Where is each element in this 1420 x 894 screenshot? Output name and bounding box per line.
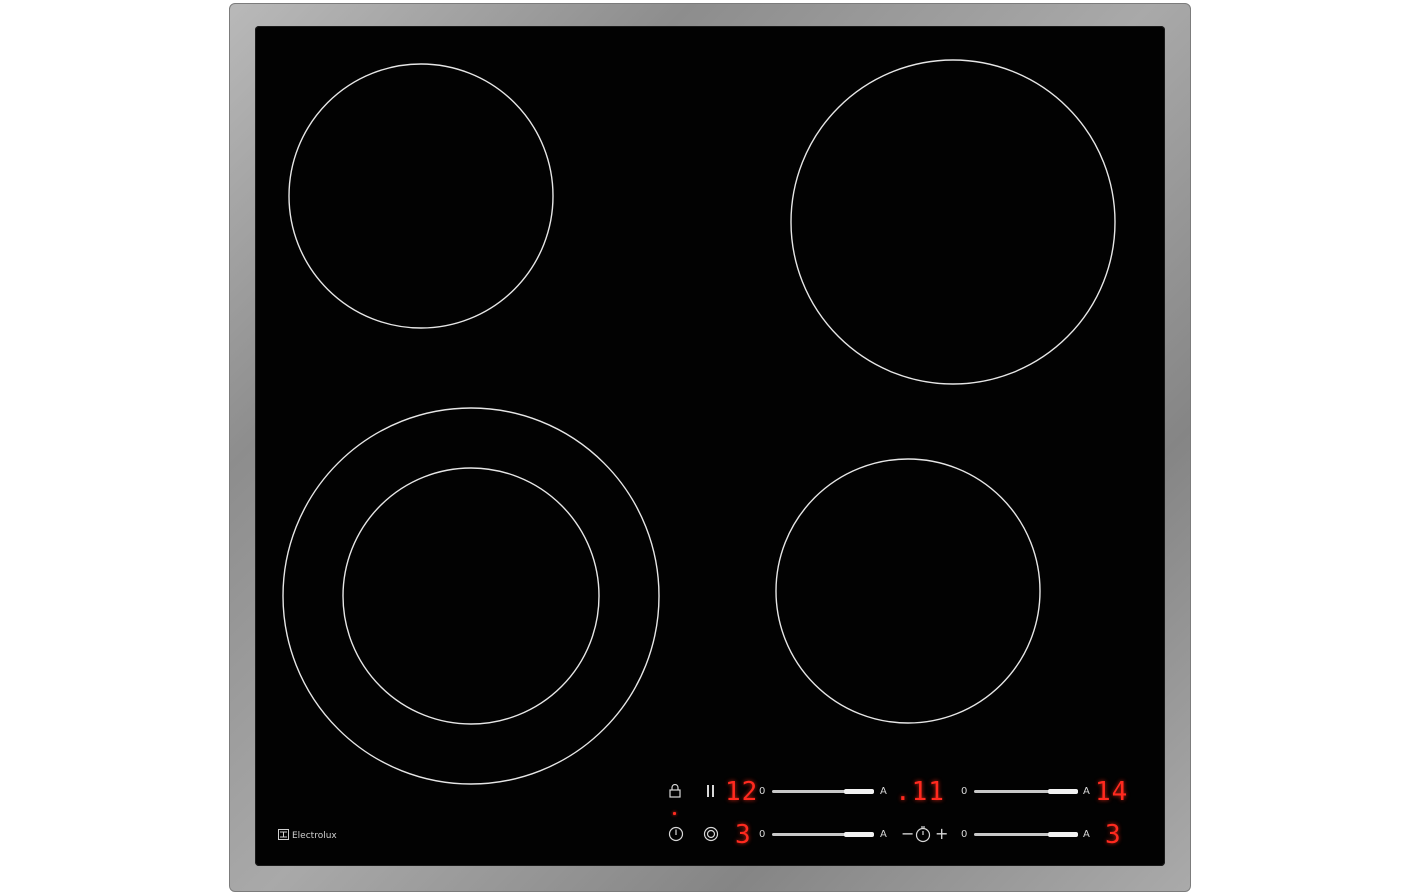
power-slider-rear-left[interactable] [772, 789, 874, 794]
dual-zone-icon[interactable] [703, 826, 719, 842]
power-level-display-rear-right: 14 [1095, 777, 1129, 807]
zone-dual-outer-ring[interactable] [282, 407, 660, 785]
power-level-display-front-left: 3 [735, 820, 752, 850]
cooking-zones [282, 59, 1116, 785]
timer-display: .11 [895, 777, 945, 807]
lock-indicator-led [673, 812, 676, 815]
slider-max-label: A [1083, 786, 1090, 797]
power-slider-rear-right[interactable] [974, 789, 1078, 794]
zone-rear-right[interactable] [790, 59, 1116, 385]
timer-plus-button[interactable]: + [935, 826, 948, 842]
electrolux-logo-icon [278, 829, 289, 843]
slider-min-label: 0 [961, 829, 968, 840]
power-slider-front-right[interactable] [974, 832, 1078, 837]
slider-max-label: A [1083, 829, 1090, 840]
brand-logo: Electrolux [278, 829, 337, 843]
slider-max-label: A [880, 829, 887, 840]
slider-min-label: 0 [759, 786, 766, 797]
power-slider-front-left[interactable] [772, 832, 874, 837]
zone-dual-inner-ring[interactable] [342, 467, 600, 725]
power-level-display-rear-left: 12 [725, 777, 759, 807]
pause-icon[interactable] [706, 785, 716, 797]
slider-min-label: 0 [759, 829, 766, 840]
slider-max-label: A [880, 786, 887, 797]
slider-min-label: 0 [961, 786, 968, 797]
zone-front-left-outer[interactable] [288, 63, 554, 329]
power-level-display-front-right: 3 [1105, 820, 1122, 850]
timer-minus-button[interactable]: − [901, 826, 914, 842]
lock-icon[interactable] [669, 784, 681, 798]
power-icon[interactable] [668, 826, 684, 842]
brand-name: Electrolux [292, 831, 337, 841]
timer-icon[interactable] [914, 825, 932, 843]
zone-front-right[interactable] [775, 458, 1041, 724]
